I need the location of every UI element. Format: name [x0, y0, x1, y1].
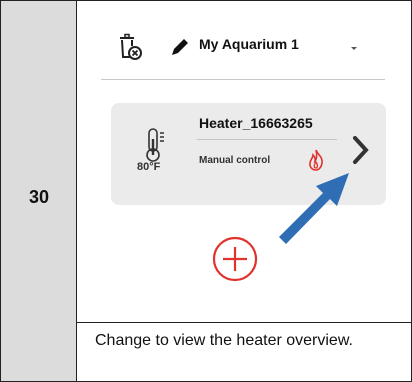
table-row-divider	[77, 322, 412, 323]
step-column: 30	[1, 1, 77, 381]
app-screenshot: My Aquarium 1 80°F Heater_16663265 Manua…	[93, 9, 388, 299]
instruction-table: 30 My Aquarium 1 80°F Heater_16663265 Ma…	[0, 0, 412, 382]
app-header: My Aquarium 1	[93, 9, 388, 81]
aquarium-name[interactable]: My Aquarium 1	[199, 36, 299, 52]
control-mode: Manual control	[199, 155, 271, 166]
pointer-arrow-icon	[279, 173, 349, 244]
dropdown-caret-icon[interactable]	[349, 43, 359, 53]
plus-circle-icon[interactable]	[211, 235, 259, 283]
device-name: Heater_16663265	[199, 115, 313, 131]
trash-icon[interactable]	[117, 33, 143, 61]
header-divider	[101, 79, 385, 80]
thermometer-icon	[146, 128, 164, 162]
caption-text: Change to view the heater overview.	[95, 332, 353, 349]
card-divider	[197, 139, 337, 140]
step-number: 30	[28, 187, 50, 207]
pencil-icon[interactable]	[169, 36, 191, 58]
temperature-value: 80°F	[137, 161, 161, 173]
